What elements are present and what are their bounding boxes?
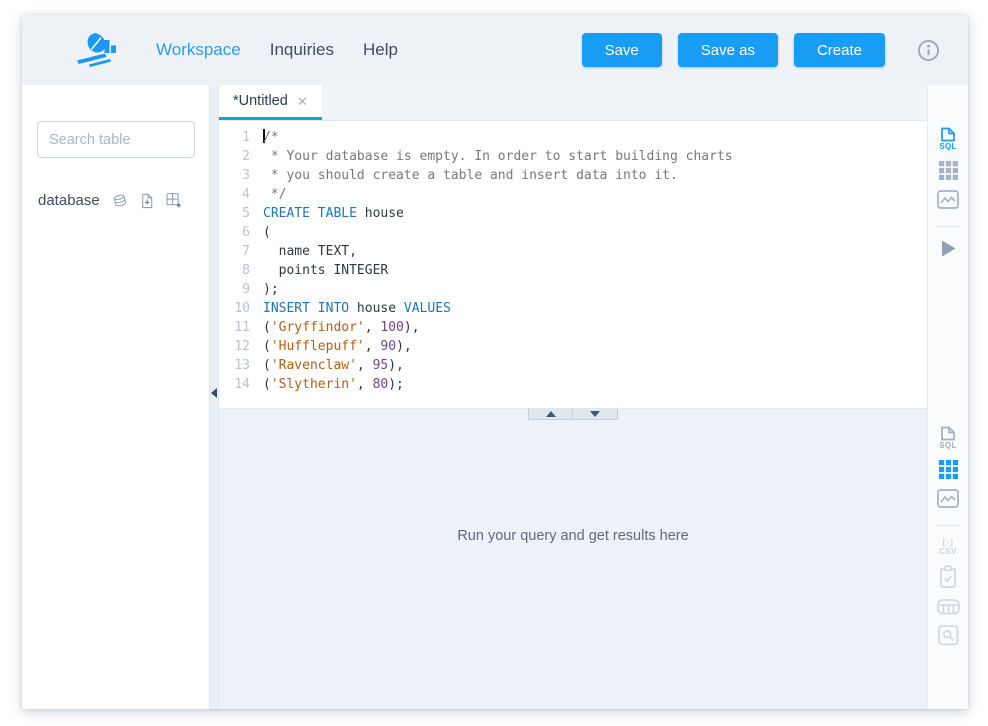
code-text: ( [250, 223, 271, 242]
add-table-icon[interactable] [166, 189, 182, 212]
database-item: database [37, 189, 195, 212]
expand-down-icon[interactable] [573, 409, 618, 420]
results-placeholder: Run your query and get results here [457, 528, 688, 544]
code-text: ('Slytherin', 80); [250, 375, 404, 394]
code-text: ('Gryffindor', 100), [250, 318, 420, 337]
code-text: ('Hufflepuff', 90), [250, 337, 412, 356]
code-lines: 1/*2 * Your database is empty. In order … [219, 128, 927, 394]
nav-link-workspace[interactable]: Workspace [156, 40, 241, 60]
create-button[interactable]: Create [794, 33, 885, 67]
code-line: 10INSERT INTO house VALUES [219, 299, 927, 318]
export-table-icon[interactable] [937, 598, 960, 616]
code-line: 3 * you should create a table and insert… [219, 166, 927, 185]
sql-results-icon[interactable]: SQL [938, 426, 958, 450]
code-text: name TEXT, [250, 242, 357, 261]
export-csv-icon[interactable]: [↑] CSV [939, 538, 957, 556]
line-number: 13 [219, 356, 250, 375]
code-text: CREATE TABLE house [250, 204, 404, 223]
code-text: INSERT INTO house VALUES [250, 299, 451, 318]
main-panel: *Untitled ✕ 1/*2 * Your database is empt… [219, 85, 927, 709]
line-number: 9 [219, 280, 250, 299]
sidebar-splitter[interactable] [209, 85, 219, 709]
code-text: ); [250, 280, 279, 299]
results-toolbar: SQL [935, 409, 961, 709]
line-number: 7 [219, 242, 250, 261]
save-as-button[interactable]: Save as [678, 33, 778, 67]
nav-link-help[interactable]: Help [363, 40, 398, 60]
sql-badge: SQL [939, 442, 956, 450]
csv-label: CSV [939, 547, 957, 556]
right-toolbar: SQL [927, 85, 968, 709]
search-results-icon[interactable] [938, 625, 959, 646]
table-view-icon[interactable] [938, 160, 959, 181]
sql-editor[interactable]: 1/*2 * Your database is empty. In order … [219, 121, 927, 408]
line-number: 3 [219, 166, 250, 185]
chart-view-icon[interactable] [937, 190, 959, 209]
info-icon[interactable] [917, 39, 940, 62]
editor-toolbar: SQL [935, 85, 961, 409]
line-number: 5 [219, 204, 250, 223]
line-number: 11 [219, 318, 250, 337]
table-results-icon[interactable] [938, 459, 959, 480]
code-line: 12('Hufflepuff', 90), [219, 337, 927, 356]
sql-editor-icon[interactable]: SQL [938, 127, 958, 151]
code-text: */ [250, 185, 286, 204]
chart-results-icon[interactable] [937, 489, 959, 508]
code-text: * Your database is empty. In order to st… [250, 147, 733, 166]
page: Workspace Inquiries Help Save Save as Cr… [0, 0, 988, 726]
code-line: 4 */ [219, 185, 927, 204]
tab-label: *Untitled [233, 93, 288, 109]
toolbar-divider [935, 226, 961, 227]
line-number: 14 [219, 375, 250, 394]
save-button[interactable]: Save [582, 33, 662, 67]
sqlize-logo[interactable] [74, 31, 118, 69]
search-table-input[interactable] [37, 121, 195, 158]
code-text: /* [250, 128, 279, 147]
line-number: 10 [219, 299, 250, 318]
line-number: 6 [219, 223, 250, 242]
line-number: 2 [219, 147, 250, 166]
code-text: points INTEGER [250, 261, 388, 280]
code-line: 2 * Your database is empty. In order to … [219, 147, 927, 166]
code-text: ('Ravenclaw', 95), [250, 356, 404, 375]
code-text: * you should create a table and insert d… [250, 166, 678, 185]
code-line: 13('Ravenclaw', 95), [219, 356, 927, 375]
results-panel: Run your query and get results here [219, 420, 927, 709]
app-window: Workspace Inquiries Help Save Save as Cr… [22, 15, 968, 709]
code-line: 8 points INTEGER [219, 261, 927, 280]
import-file-icon[interactable] [141, 190, 153, 212]
toolbar-divider [935, 525, 961, 526]
line-number: 12 [219, 337, 250, 356]
navbar: Workspace Inquiries Help Save Save as Cr… [22, 15, 968, 85]
tab-untitled[interactable]: *Untitled ✕ [219, 85, 322, 120]
code-line: 14('Slytherin', 80); [219, 375, 927, 394]
nav-links: Workspace Inquiries Help [156, 40, 398, 60]
nav-link-inquiries[interactable]: Inquiries [270, 40, 334, 60]
line-number: 4 [219, 185, 250, 204]
collapse-up-icon[interactable] [528, 409, 573, 420]
sidebar: database [22, 85, 209, 709]
copy-results-icon[interactable] [938, 565, 958, 589]
tab-bar: *Untitled ✕ [219, 85, 927, 121]
database-label[interactable]: database [38, 192, 100, 209]
code-line: 9); [219, 280, 927, 299]
code-line: 1/* [219, 128, 927, 147]
code-line: 11('Gryffindor', 100), [219, 318, 927, 337]
sql-badge: SQL [939, 143, 956, 151]
code-line: 7 name TEXT, [219, 242, 927, 261]
code-line: 6( [219, 223, 927, 242]
run-query-icon[interactable] [940, 239, 957, 258]
line-number: 1 [219, 128, 250, 147]
code-line: 5CREATE TABLE house [219, 204, 927, 223]
csv-arrow: [↑] [943, 538, 954, 547]
collapse-left-icon[interactable] [211, 388, 217, 398]
results-splitter[interactable] [219, 408, 927, 420]
line-number: 8 [219, 261, 250, 280]
database-icon[interactable] [112, 190, 128, 211]
close-icon[interactable]: ✕ [297, 95, 308, 108]
body: database [22, 85, 968, 709]
